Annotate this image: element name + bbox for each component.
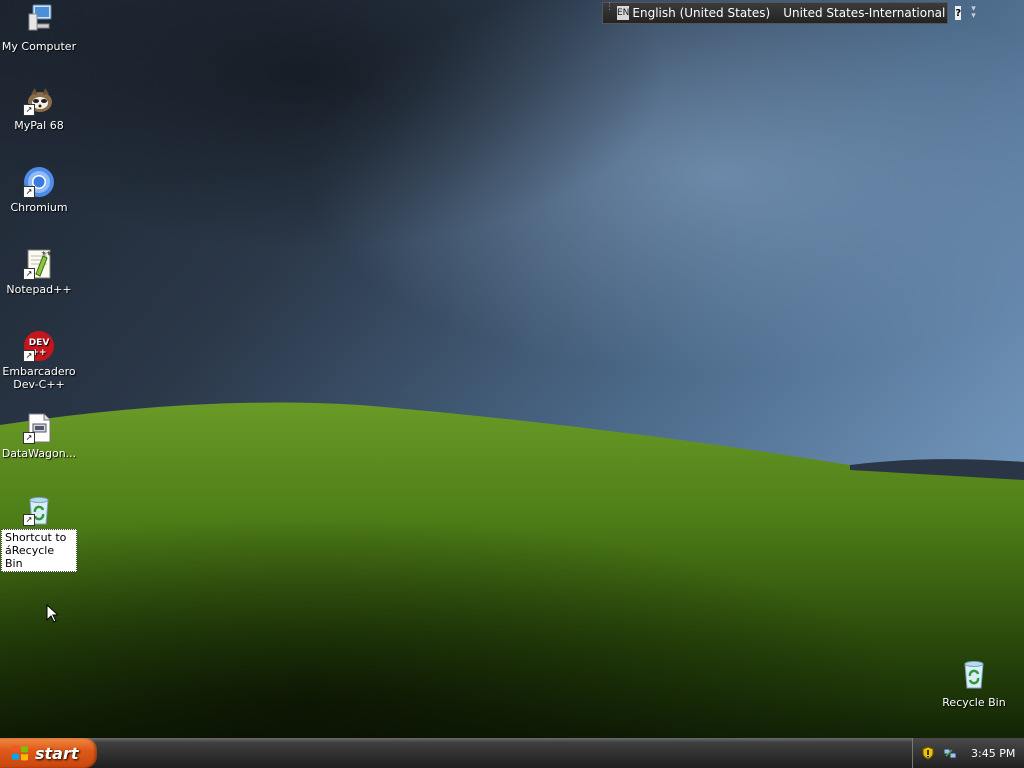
desktop-icon-dev-cpp[interactable]: DEV ++ ↗ Embarcadero Dev-C++: [1, 330, 77, 391]
shortcut-arrow-icon: ↗: [23, 514, 35, 526]
icon-label: My Computer: [1, 40, 77, 53]
shortcut-arrow-icon: ↗: [23, 104, 35, 116]
icon-label: Chromium: [10, 201, 68, 214]
desktop-icon-datawagon[interactable]: ↗ DataWagon...: [1, 412, 77, 460]
start-button[interactable]: start: [0, 738, 97, 768]
svg-text:++: ++: [41, 250, 51, 257]
desktop-icon-mypal[interactable]: ↗ MyPal 68: [1, 84, 77, 132]
desktop-icon-my-computer[interactable]: My Computer: [1, 2, 77, 53]
windows-logo-icon: [12, 745, 28, 761]
icon-label: Notepad++: [6, 283, 72, 296]
my-computer-icon: [28, 4, 52, 31]
options-arrow-icon[interactable]: ▾ ▾: [971, 5, 976, 21]
icon-label: Embarcadero Dev-C++: [2, 365, 76, 391]
shortcut-arrow-icon: ↗: [23, 350, 35, 362]
desktop[interactable]: ⋮ EN English (United States) United Stat…: [0, 0, 1024, 738]
language-bar[interactable]: ⋮ EN English (United States) United Stat…: [602, 2, 976, 24]
desktop-icon-recycle-bin[interactable]: Recycle Bin: [936, 658, 1012, 709]
desktop-icon-recycle-bin-shortcut[interactable]: ↗ Shortcut to áRecycle Bin: [1, 494, 77, 572]
keyboard-layout-label[interactable]: United States-International: [783, 6, 945, 20]
clock[interactable]: 3:45 PM: [971, 747, 1015, 760]
wallpaper: [0, 0, 1024, 738]
security-shield-icon[interactable]: [921, 746, 935, 760]
mouse-cursor-icon: [46, 604, 58, 623]
desktop-icon-chromium[interactable]: ↗ Chromium: [1, 166, 77, 214]
svg-text:DEV: DEV: [29, 338, 50, 348]
start-label: start: [35, 743, 79, 763]
shortcut-arrow-icon: ↗: [23, 186, 35, 198]
shortcut-arrow-icon: ↗: [23, 268, 35, 280]
network-icon[interactable]: [943, 746, 957, 760]
icon-label: Recycle Bin: [942, 696, 1006, 709]
icon-label: DataWagon...: [1, 447, 77, 460]
taskbar[interactable]: start 3:45 PM: [0, 738, 1024, 768]
language-label[interactable]: English (United States): [632, 6, 770, 20]
grip-handle[interactable]: ⋮: [605, 3, 614, 21]
icon-label: Shortcut to áRecycle Bin: [1, 529, 77, 572]
recycle-bin-icon: [964, 661, 984, 689]
icon-label: MyPal 68: [14, 119, 64, 132]
shortcut-arrow-icon: ↗: [23, 432, 35, 444]
desktop-icon-notepad-plus-plus[interactable]: ++ ↗ Notepad++: [1, 248, 77, 296]
help-icon[interactable]: ?: [955, 6, 962, 20]
system-tray[interactable]: 3:45 PM: [912, 738, 1024, 768]
language-code-badge[interactable]: EN: [617, 6, 630, 20]
